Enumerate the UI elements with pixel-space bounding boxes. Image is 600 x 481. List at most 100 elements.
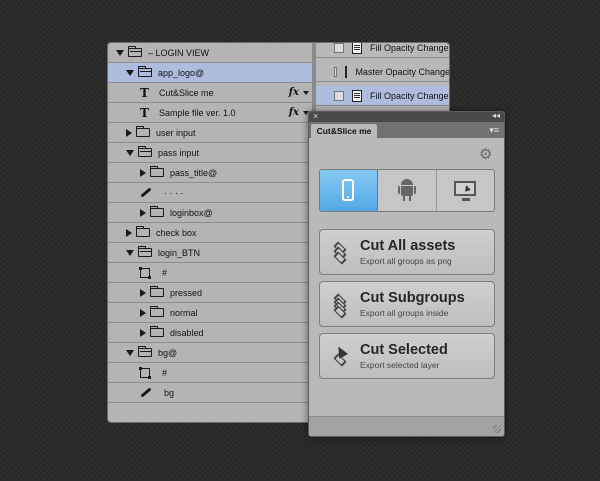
gear-icon[interactable]: ⚙ — [479, 147, 492, 162]
effects-toggle-icon[interactable] — [303, 90, 309, 95]
history-checkbox[interactable] — [334, 43, 344, 53]
effects-icon[interactable]: fx — [289, 87, 299, 98]
panel-footer — [309, 416, 504, 436]
layer-row[interactable]: login_BTN — [108, 243, 312, 263]
document-icon — [352, 89, 362, 102]
platform-android-button[interactable] — [378, 170, 437, 211]
cut-slice-panel: × ◂◂ Cut&Slice me ▾≡ ⚙ Cut All assets Ex… — [308, 111, 505, 437]
platform-selector — [319, 169, 495, 212]
cut-all-title: Cut All assets — [360, 238, 456, 254]
cut-selected-title: Cut Selected — [360, 342, 448, 358]
folder-icon — [138, 246, 152, 257]
layer-row[interactable]: – LOGIN VIEW — [108, 43, 312, 63]
effects-icon[interactable]: fx — [289, 107, 299, 118]
folder-icon — [150, 166, 164, 177]
collapse-triangle-icon[interactable] — [126, 69, 134, 76]
layers-stack-icon — [332, 293, 350, 319]
collapse-triangle-icon[interactable] — [126, 349, 134, 356]
layers-panel: – LOGIN VIEW app_logo@ T Cut&Slice me fx T Sam… — [107, 42, 312, 423]
expand-triangle-icon[interactable] — [140, 288, 146, 297]
layer-row[interactable]: · · · · — [108, 183, 312, 203]
panel-menu-icon[interactable]: ▾≡ — [489, 125, 499, 135]
layer-row[interactable]: T Sample file ver. 1.0 fx — [108, 103, 312, 123]
layer-name: # — [162, 367, 168, 378]
folder-icon — [150, 326, 164, 337]
expand-triangle-icon[interactable] — [126, 228, 132, 237]
collapse-triangle-icon[interactable] — [126, 249, 134, 256]
layer-name: pressed — [170, 287, 203, 298]
layer-row[interactable]: bg@ — [108, 343, 312, 363]
text-layer-icon: T — [140, 85, 149, 100]
brush-icon — [140, 387, 152, 398]
cut-all-subtitle: Export all groups as png — [360, 256, 452, 266]
folder-icon — [136, 126, 150, 137]
expand-triangle-icon[interactable] — [140, 328, 146, 337]
cut-selected-button[interactable]: Cut Selected Export selected layer — [319, 333, 495, 379]
android-icon — [398, 179, 417, 201]
layer-name: · · · · — [164, 187, 184, 198]
panel-titlebar: × ◂◂ — [309, 112, 504, 122]
document-icon — [352, 43, 362, 54]
resize-grip-icon[interactable] — [493, 425, 501, 433]
brush-icon — [140, 187, 152, 198]
layer-row[interactable]: bg — [108, 383, 312, 403]
collapse-triangle-icon[interactable] — [126, 149, 134, 156]
folder-icon — [136, 226, 150, 237]
expand-triangle-icon[interactable] — [140, 168, 146, 177]
layers-stack-icon — [332, 241, 350, 265]
monitor-icon — [453, 181, 476, 201]
cursor-select-icon — [332, 344, 350, 368]
expand-triangle-icon[interactable] — [126, 128, 132, 137]
shape-layer-icon — [139, 366, 151, 379]
layer-row[interactable]: normal — [108, 303, 312, 323]
history-checkbox[interactable] — [334, 66, 337, 77]
folder-icon — [150, 306, 164, 317]
layer-name: pass input — [158, 147, 200, 158]
layer-row[interactable]: # — [108, 363, 312, 383]
layer-row[interactable]: pass input — [108, 143, 312, 163]
layer-name: Cut&Slice me — [158, 87, 214, 98]
history-item[interactable]: Fill Opacity Change — [316, 43, 449, 58]
folder-icon — [150, 206, 164, 217]
history-item[interactable]: Master Opacity Change — [316, 62, 450, 82]
layer-name: login_BTN — [158, 247, 201, 258]
layer-name: pass_title@ — [170, 167, 218, 178]
cut-subgroups-button[interactable]: Cut Subgroups Export all groups inside — [319, 281, 495, 327]
layer-row[interactable]: disabled — [108, 323, 312, 343]
platform-ios-button[interactable] — [320, 170, 379, 211]
layer-name: user input — [156, 127, 196, 138]
collapse-icon[interactable]: ◂◂ — [492, 112, 500, 121]
history-label: Fill Opacity Change — [370, 90, 449, 101]
layer-name: bg@ — [158, 347, 178, 358]
layer-name: Sample file ver. 1.0 — [158, 107, 236, 118]
layer-row[interactable]: T Cut&Slice me fx — [108, 83, 312, 103]
layer-row[interactable]: user input — [108, 123, 312, 143]
expand-triangle-icon[interactable] — [140, 208, 146, 217]
history-checkbox[interactable] — [334, 90, 344, 101]
layer-name: – LOGIN VIEW — [148, 47, 210, 58]
tab-cut-slice-me[interactable]: Cut&Slice me — [311, 124, 377, 138]
collapse-triangle-icon[interactable] — [116, 49, 124, 56]
layer-row[interactable]: loginbox@ — [108, 203, 312, 223]
layer-row[interactable]: app_logo@ — [108, 63, 312, 83]
folder-icon — [150, 286, 164, 297]
layer-row[interactable]: pass_title@ — [108, 163, 312, 183]
history-item[interactable]: Fill Opacity Change — [316, 86, 449, 106]
shape-layer-icon — [139, 266, 151, 279]
history-label: Master Opacity Change — [355, 66, 450, 77]
layer-row[interactable]: # — [108, 263, 312, 283]
panel-tabbar: Cut&Slice me ▾≡ — [309, 122, 504, 138]
cut-selected-subtitle: Export selected layer — [360, 360, 440, 370]
platform-desktop-button[interactable] — [437, 170, 494, 211]
folder-icon — [138, 66, 152, 77]
layer-row[interactable]: pressed — [108, 283, 312, 303]
cut-all-assets-button[interactable]: Cut All assets Export all groups as png — [319, 229, 495, 275]
layer-name: check box — [156, 227, 197, 238]
expand-triangle-icon[interactable] — [140, 308, 146, 317]
layer-row[interactable]: check box — [108, 223, 312, 243]
layer-name: # — [162, 267, 168, 278]
folder-icon — [128, 46, 142, 57]
close-icon[interactable]: × — [313, 112, 318, 121]
folder-icon — [138, 146, 152, 157]
text-layer-icon: T — [140, 105, 149, 120]
